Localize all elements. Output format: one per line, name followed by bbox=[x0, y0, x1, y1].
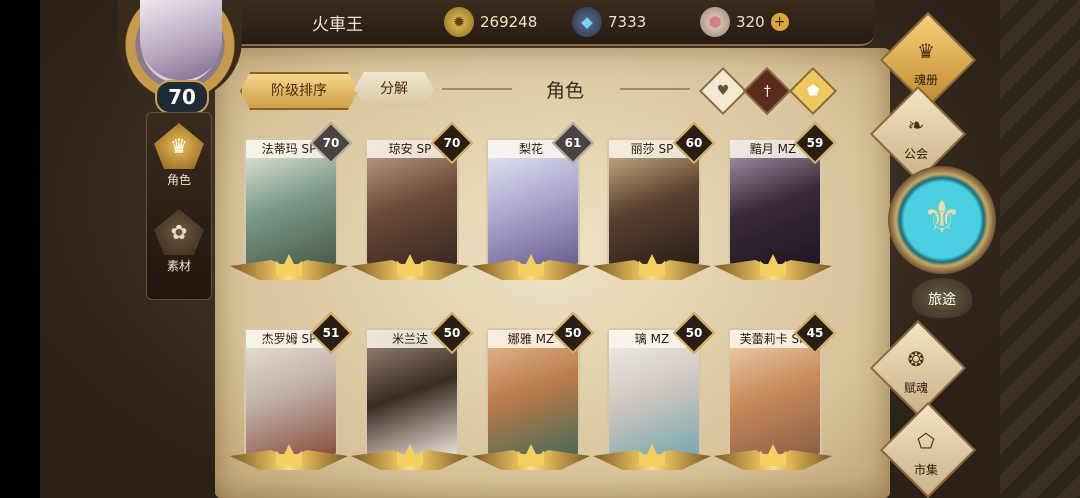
avatar[interactable] bbox=[140, 0, 222, 80]
character-card[interactable]: 法蒂玛 SP 70 bbox=[230, 121, 353, 280]
character-card[interactable]: 杰罗姆 SP 51 bbox=[230, 311, 353, 470]
soul-book-label: 魂册 bbox=[913, 73, 938, 87]
shield-icon: ⬟ bbox=[806, 82, 820, 99]
soul-book-icon: ♛ bbox=[917, 39, 935, 63]
journey-orb-icon: ⚜ bbox=[888, 166, 996, 274]
character-card[interactable]: 璃 MZ 50 bbox=[593, 311, 716, 470]
heart-icon: ♥ bbox=[716, 83, 730, 99]
character-card[interactable]: 米兰达 50 bbox=[351, 311, 474, 470]
guild-button[interactable]: ❧ 公会 bbox=[869, 85, 967, 183]
character-card[interactable]: 娜雅 MZ 50 bbox=[472, 311, 595, 470]
right-stone-border bbox=[1000, 0, 1080, 498]
crystal-amount: 7333 bbox=[608, 13, 647, 31]
talent-button[interactable]: ❂ 赋魂 bbox=[869, 319, 967, 417]
gem-resource: ⬢ 320 + bbox=[700, 6, 789, 38]
character-card[interactable]: 梨花 61 bbox=[472, 121, 595, 280]
character-card[interactable]: 芙蕾莉卡 SP 45 bbox=[714, 311, 837, 470]
character-card[interactable]: 丽莎 SP 60 bbox=[593, 121, 716, 280]
tab-decompose[interactable]: 分解 bbox=[354, 72, 434, 106]
gem-amount: 320 bbox=[736, 13, 765, 31]
talent-label: 赋魂 bbox=[903, 381, 928, 395]
add-gems-button[interactable]: + bbox=[770, 13, 789, 31]
gold-amount: 269248 bbox=[480, 13, 538, 31]
gold-resource: ✹ 269248 bbox=[444, 6, 537, 38]
gem-icon: ⬢ bbox=[700, 7, 730, 37]
market-button[interactable]: ⬠ 市集 bbox=[879, 401, 977, 498]
nav-item-characters[interactable]: ♛ 角色 bbox=[147, 119, 211, 195]
talent-swirl-icon: ❂ bbox=[907, 347, 925, 371]
left-category-nav: ♛ 角色 ✿ 素材 bbox=[146, 112, 212, 300]
journey-button[interactable]: ⚜ 旅途 bbox=[884, 160, 1000, 324]
character-card[interactable]: 琼安 SP 70 bbox=[351, 121, 474, 280]
market-icon: ⬠ bbox=[917, 429, 935, 453]
journey-label: 旅途 bbox=[912, 278, 972, 318]
title-flourish-right bbox=[620, 88, 690, 90]
tab-sort-by-tier[interactable]: 阶级排序 bbox=[240, 72, 358, 110]
market-label: 市集 bbox=[913, 463, 938, 477]
crystal-resource: ◆ 7333 bbox=[572, 6, 646, 38]
soul-book-button[interactable]: ♛ 魂册 bbox=[879, 11, 977, 109]
sword-icon: † bbox=[763, 83, 771, 99]
nav-item-materials[interactable]: ✿ 素材 bbox=[147, 205, 211, 281]
character-card[interactable]: 黯月 MZ 59 bbox=[714, 121, 837, 280]
player-name: 火車王 bbox=[312, 15, 363, 35]
nav-label-characters: 角色 bbox=[166, 173, 191, 187]
gold-coin-icon: ✹ bbox=[444, 7, 474, 37]
character-emblem-icon: ♛ bbox=[154, 123, 204, 169]
player-level-badge: 70 bbox=[155, 80, 209, 114]
guild-icon: ❧ bbox=[907, 113, 925, 137]
title-flourish-left bbox=[442, 88, 512, 90]
materials-emblem-icon: ✿ bbox=[154, 209, 204, 255]
left-letterbox bbox=[0, 0, 40, 498]
section-title: 角色 bbox=[545, 80, 584, 102]
nav-label-materials: 素材 bbox=[166, 259, 191, 273]
crystal-icon: ◆ bbox=[572, 7, 602, 37]
